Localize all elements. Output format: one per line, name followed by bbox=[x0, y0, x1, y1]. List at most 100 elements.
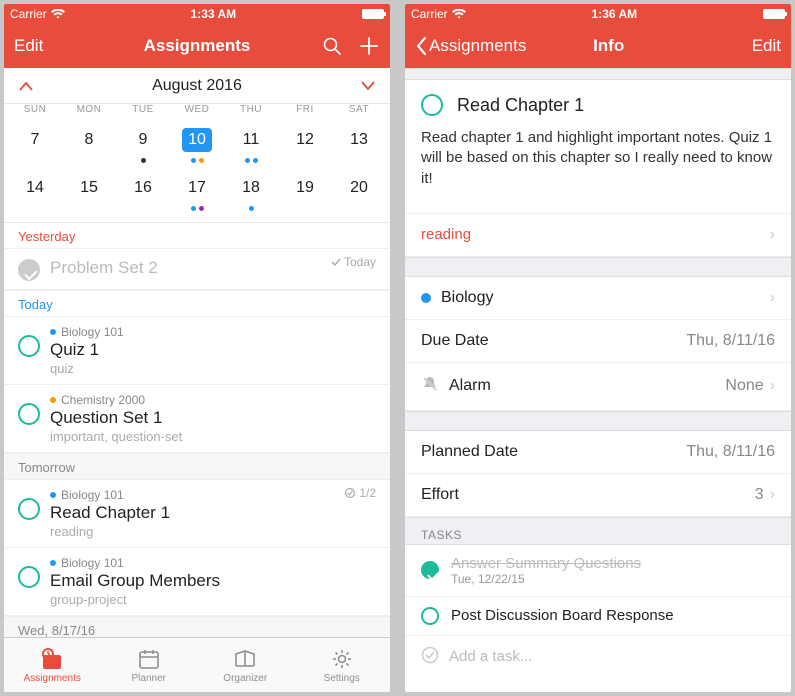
add-task-icon bbox=[421, 646, 439, 668]
complete-circle[interactable] bbox=[421, 94, 443, 116]
list-item[interactable]: Problem Set 2 Today bbox=[4, 249, 390, 290]
calendar-day[interactable]: 11 bbox=[224, 128, 278, 152]
nav-bar: Assignments Info Edit bbox=[405, 24, 791, 68]
section-yesterday: Yesterday bbox=[4, 223, 390, 249]
list-item[interactable]: Chemistry 2000Question Set 1important, q… bbox=[4, 385, 390, 453]
add-icon[interactable] bbox=[358, 35, 380, 57]
battery-icon bbox=[763, 9, 785, 19]
tab-organizer[interactable]: Organizer bbox=[197, 638, 294, 692]
tab-settings[interactable]: Settings bbox=[294, 638, 391, 692]
planned-date-row[interactable]: Planned Date Thu, 8/11/16 bbox=[405, 431, 791, 474]
assignments-screen: Carrier 1:33 AM Edit Assignments August … bbox=[4, 4, 390, 692]
nav-title: Assignments bbox=[104, 36, 290, 56]
task-item[interactable]: Answer Summary Questions Tue, 12/22/15 bbox=[405, 545, 791, 597]
item-progress: 1/2 bbox=[344, 486, 376, 500]
section-today: Today bbox=[4, 290, 390, 317]
calendar-day[interactable]: 7 bbox=[8, 128, 62, 152]
month-header: August 2016 bbox=[4, 68, 390, 104]
tab-assignments[interactable]: Assignments bbox=[4, 638, 101, 692]
tab-planner[interactable]: Planner bbox=[101, 638, 198, 692]
task-title: Answer Summary Questions bbox=[451, 555, 641, 572]
effort-row[interactable]: Effort 3› bbox=[405, 474, 791, 517]
section-date: Wed, 8/17/16 bbox=[4, 616, 390, 637]
calendar-day[interactable]: 13 bbox=[332, 128, 386, 152]
complete-circle[interactable] bbox=[18, 498, 40, 520]
task-date: Tue, 12/22/15 bbox=[451, 572, 641, 586]
subject-label: Biology bbox=[441, 289, 493, 307]
item-title: Read Chapter 1 bbox=[50, 503, 376, 523]
list-item[interactable]: Biology 101Email Group Membersgroup-proj… bbox=[4, 548, 390, 616]
chevron-right-icon: › bbox=[770, 289, 775, 307]
calendar-day[interactable]: 17 bbox=[170, 176, 224, 200]
calendar-day[interactable]: 8 bbox=[62, 128, 116, 152]
next-month-icon[interactable] bbox=[360, 80, 376, 92]
item-subtitle: group-project bbox=[50, 592, 376, 607]
alarm-row[interactable]: Alarm None › bbox=[405, 363, 791, 411]
item-subtitle: quiz bbox=[50, 361, 376, 376]
tag-row[interactable]: reading › bbox=[405, 213, 791, 257]
search-icon[interactable] bbox=[322, 36, 342, 56]
due-date-row[interactable]: Due Date Thu, 8/11/16 bbox=[405, 320, 791, 363]
section-tomorrow: Tomorrow bbox=[4, 453, 390, 480]
add-task-row[interactable]: Add a task... bbox=[405, 636, 791, 678]
edit-button[interactable]: Edit bbox=[752, 36, 781, 56]
due-date-label: Due Date bbox=[421, 332, 489, 350]
subject-row[interactable]: Biology › bbox=[405, 277, 791, 320]
add-task-placeholder: Add a task... bbox=[449, 648, 532, 665]
planned-date-label: Planned Date bbox=[421, 443, 518, 461]
list-item[interactable]: Biology 101Read Chapter 1reading1/2 bbox=[4, 480, 390, 548]
tab-bar: Assignments Planner Organizer Settings bbox=[4, 637, 390, 692]
status-time: 1:33 AM bbox=[191, 7, 237, 21]
calendar-day[interactable]: 16 bbox=[116, 176, 170, 200]
calendar-day[interactable]: 18 bbox=[224, 176, 278, 200]
calendar-day[interactable]: 20 bbox=[332, 176, 386, 200]
calendar-day[interactable]: 9 bbox=[116, 128, 170, 152]
item-title: Problem Set 2 bbox=[50, 258, 376, 278]
detail-header: Read Chapter 1 Read chapter 1 and highli… bbox=[405, 80, 791, 213]
task-circle-icon[interactable] bbox=[421, 607, 439, 625]
calendar-day[interactable]: 15 bbox=[62, 176, 116, 200]
due-note: Today bbox=[331, 255, 376, 269]
weekday-label: WED bbox=[170, 104, 224, 122]
subject-dot-icon bbox=[421, 293, 431, 303]
effort-label: Effort bbox=[421, 486, 459, 504]
info-screen: Carrier 1:36 AM Assignments Info Edit Re… bbox=[405, 4, 791, 692]
weekday-label: SAT bbox=[332, 104, 386, 122]
alarm-value: None bbox=[725, 377, 763, 395]
item-subtitle: important, question-set bbox=[50, 429, 376, 444]
assignment-list[interactable]: Yesterday Problem Set 2 Today Today Biol… bbox=[4, 223, 390, 637]
battery-icon bbox=[362, 9, 384, 19]
assignment-title: Read Chapter 1 bbox=[457, 95, 584, 116]
check-circle-icon[interactable] bbox=[18, 259, 40, 281]
course-tag: Biology 101 bbox=[50, 556, 376, 570]
calendar-day[interactable]: 19 bbox=[278, 176, 332, 200]
back-button[interactable]: Assignments bbox=[415, 36, 526, 56]
chevron-right-icon: › bbox=[770, 486, 775, 504]
carrier-label: Carrier bbox=[411, 7, 448, 21]
task-title: Post Discussion Board Response bbox=[451, 607, 674, 624]
alarm-label: Alarm bbox=[449, 377, 491, 395]
nav-title: Info bbox=[526, 36, 691, 56]
task-item[interactable]: Post Discussion Board Response bbox=[405, 597, 791, 636]
prev-month-icon[interactable] bbox=[18, 80, 34, 92]
item-title: Question Set 1 bbox=[50, 408, 376, 428]
status-bar: Carrier 1:36 AM bbox=[405, 4, 791, 24]
weekday-label: THU bbox=[224, 104, 278, 122]
calendar-day[interactable]: 12 bbox=[278, 128, 332, 152]
bell-muted-icon bbox=[421, 375, 439, 398]
edit-button[interactable]: Edit bbox=[14, 36, 43, 56]
task-check-icon[interactable] bbox=[421, 561, 439, 579]
chevron-right-icon: › bbox=[770, 377, 775, 395]
calendar-day[interactable]: 10 bbox=[170, 128, 224, 152]
complete-circle[interactable] bbox=[18, 403, 40, 425]
course-tag: Biology 101 bbox=[50, 488, 376, 502]
calendar-day[interactable]: 14 bbox=[8, 176, 62, 200]
carrier-label: Carrier bbox=[10, 7, 47, 21]
weekday-label: FRI bbox=[278, 104, 332, 122]
status-bar: Carrier 1:33 AM bbox=[4, 4, 390, 24]
complete-circle[interactable] bbox=[18, 566, 40, 588]
calendar: SUNMONTUEWEDTHUFRISAT 78910111213 141516… bbox=[4, 104, 390, 223]
list-item[interactable]: Biology 101Quiz 1quiz bbox=[4, 317, 390, 385]
planned-date-value: Thu, 8/11/16 bbox=[686, 443, 775, 461]
complete-circle[interactable] bbox=[18, 335, 40, 357]
